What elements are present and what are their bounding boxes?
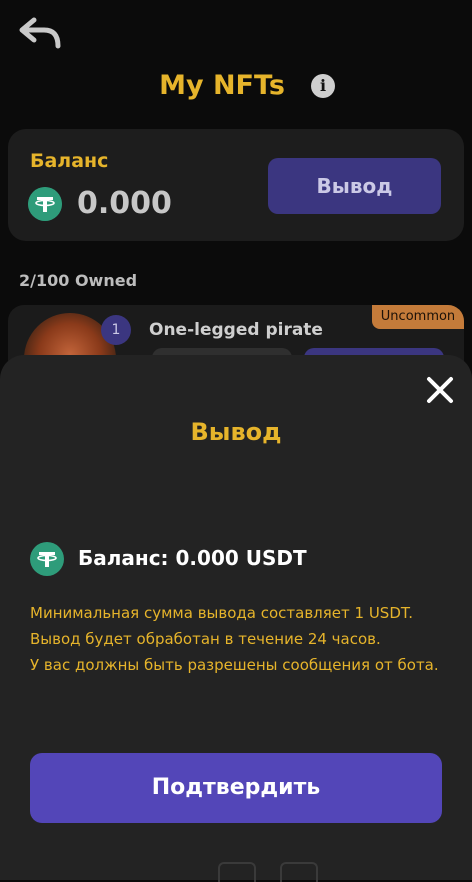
info-icon[interactable]: i [311,74,335,98]
page-title: My NFTs [159,70,285,101]
balance-value: 0.000 [77,186,172,221]
note-processing-time: Вывод будет обработан в течение 24 часов… [30,630,381,648]
note-bot-messages: У вас должны быть разрешены сообщения от… [30,656,439,674]
bottom-nav-hint [280,862,318,882]
nft-name: One-legged pirate [149,320,323,340]
sheet-balance: Баланс: 0.000 USDT [78,546,307,570]
note-min-amount: Минимальная сумма вывода составляет 1 US… [30,604,414,622]
tether-icon [30,542,64,576]
nft-count-badge: 1 [101,315,131,345]
owned-count: 2/100 Owned [19,271,138,290]
back-arrow-icon[interactable] [18,14,64,54]
tether-icon [28,187,62,221]
balance-label: Баланс [30,150,109,172]
rarity-badge: Uncommon [372,305,464,329]
confirm-button[interactable]: Подтвердить [30,753,442,823]
close-icon[interactable] [424,374,456,406]
sheet-title: Вывод [190,418,282,446]
withdraw-button[interactable]: Вывод [268,158,441,214]
bottom-nav-hint [218,862,256,882]
